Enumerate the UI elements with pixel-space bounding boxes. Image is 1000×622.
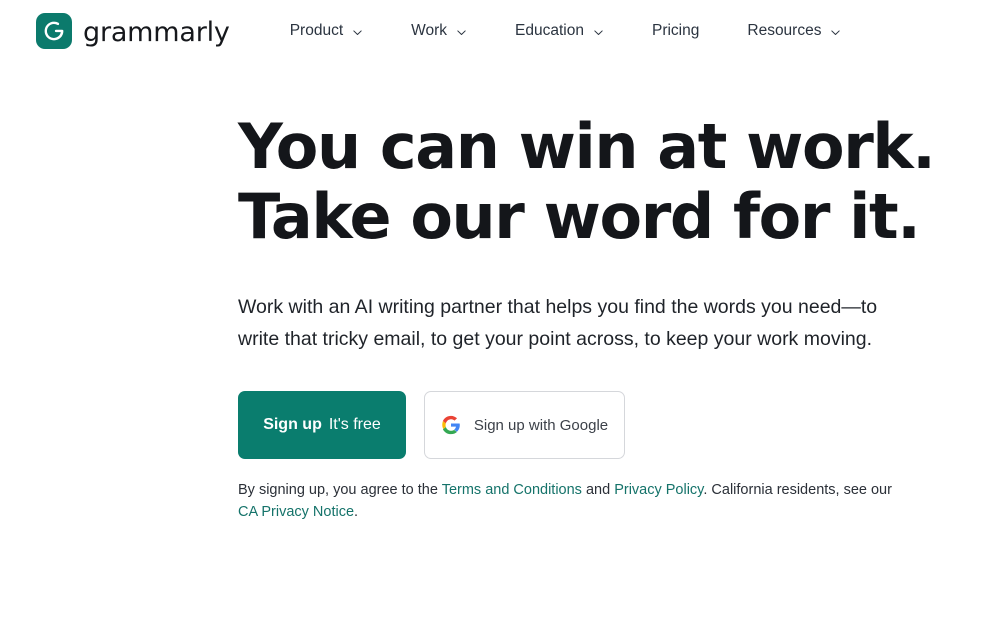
sign-up-with-google-label: Sign up with Google [473,416,609,434]
grammarly-g-logo-icon [36,13,72,49]
nav-item-label: Work [411,22,448,39]
hero-title-line-1: You can win at work. [238,110,936,183]
page-title: You can win at work. Take our word for i… [238,112,938,252]
chevron-down-icon [457,29,466,35]
nav-item-label: Resources [747,22,822,39]
nav-item-resources[interactable]: Resources [747,16,841,46]
nav-item-pricing[interactable]: Pricing [652,16,699,46]
nav-item-education[interactable]: Education [515,16,604,46]
sign-up-button[interactable]: Sign up It's free [238,391,406,459]
legal-text-1: By signing up, you agree to the [238,482,442,498]
chevron-down-icon [353,29,362,35]
nav-item-product[interactable]: Product [290,16,363,46]
nav-item-label: Pricing [651,22,700,39]
legal-text-3: . California residents, see our [703,482,892,498]
page-root: grammarly Product Work Education Pricing… [0,0,1000,622]
nav-item-label: Education [515,22,584,39]
nav-item-label: Product [289,22,344,39]
sign-up-button-light-label: It's free [328,416,381,433]
nav-item-work[interactable]: Work [411,16,467,46]
sign-up-with-google-button[interactable]: Sign up with Google [424,391,625,459]
brand-wordmark: grammarly [83,16,230,48]
legal-text-4: . [354,504,359,520]
site-header: grammarly Product Work Education Pricing… [0,0,1000,62]
chevron-down-icon [831,29,841,35]
google-g-icon [442,415,460,435]
chevron-down-icon [594,29,603,35]
sign-up-button-strong-label: Sign up [263,416,322,433]
terms-and-conditions-link[interactable]: Terms and Conditions [442,482,582,498]
hero-section: You can win at work. Take our word for i… [238,112,938,523]
main-nav: Product Work Education Pricing Resources [290,16,842,46]
legal-disclaimer: By signing up, you agree to the Terms an… [238,479,898,523]
privacy-policy-link[interactable]: Privacy Policy [614,482,703,498]
brand-logo-link[interactable]: grammarly [36,13,230,49]
ca-privacy-notice-link[interactable]: CA Privacy Notice [238,504,354,520]
hero-subtitle: Work with an AI writing partner that hel… [238,296,878,350]
hero-title-line-2: Take our word for it. [238,180,921,253]
legal-text-2: and [581,482,615,498]
cta-button-group: Sign up It's free Sign up with Google [238,391,938,459]
